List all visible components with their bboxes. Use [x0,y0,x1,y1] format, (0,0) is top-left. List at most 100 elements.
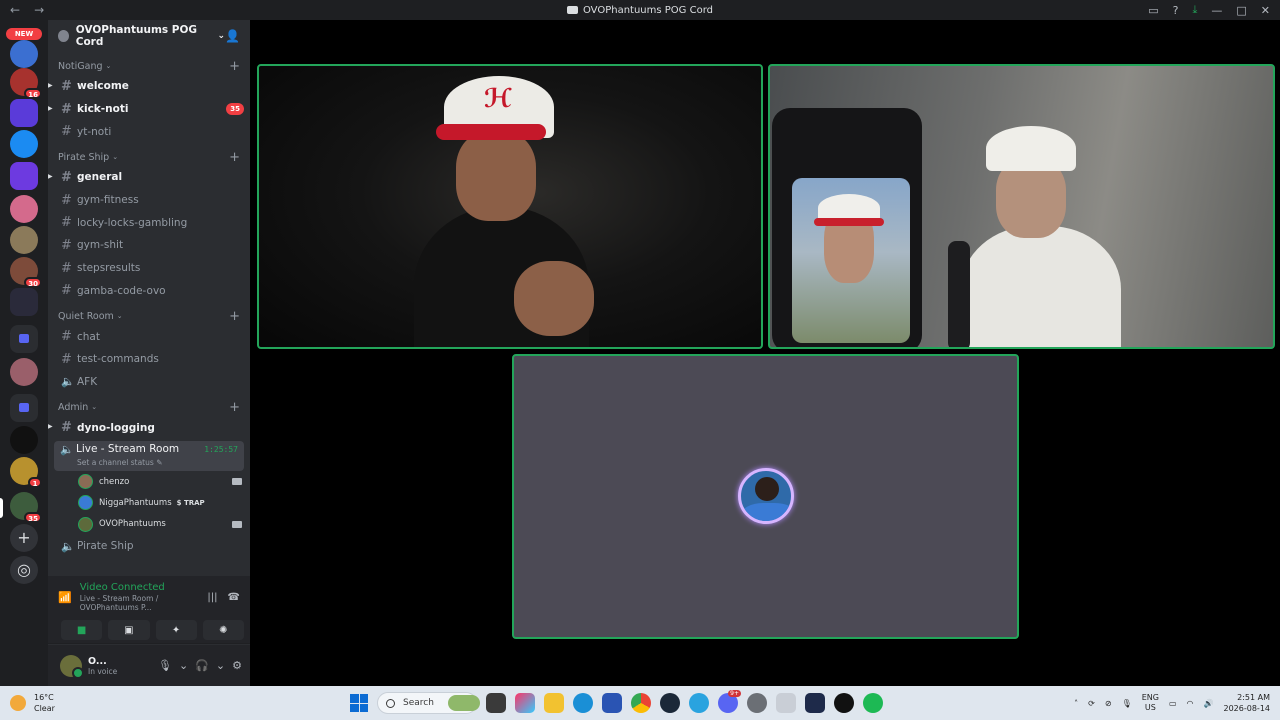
server-icon[interactable] [10,130,38,158]
channel-stepsresults[interactable]: # stepsresults [56,257,244,280]
microphone-icon[interactable]: 🎙 [1122,699,1132,708]
create-channel-icon[interactable]: + [229,400,240,415]
taskbar-search[interactable]: Search [377,692,480,714]
username[interactable]: O... [88,656,117,667]
invite-people-icon[interactable]: 👤 [225,29,240,43]
screen-share-button[interactable]: ▣ [108,620,150,640]
language-indicator[interactable]: ENG US [1142,693,1159,713]
server-icon-current[interactable]: 35 [10,492,42,523]
discord-icon[interactable]: 9+ [718,690,741,713]
server-header[interactable]: OVOPhantuums POG Cord ⌄ 👤 [48,20,250,52]
steam-icon[interactable] [660,693,680,713]
channel-status-prompt[interactable]: Set a channel status ✎ [77,458,238,467]
channel-afk[interactable]: 🔈 AFK [56,371,244,394]
channel-general[interactable]: #general [48,166,244,189]
chevron-down-icon[interactable]: ⌄ [179,659,188,672]
minimize-button[interactable]: — [1211,4,1222,17]
folder-icon[interactable] [10,325,38,353]
channel-gym-shit[interactable]: # gym-shit [56,234,244,257]
discover-icon[interactable]: ◎ [10,556,38,584]
forward-arrow-icon[interactable]: → [34,3,44,17]
volume-icon[interactable]: 🔊 [1204,699,1214,708]
chrome-icon[interactable] [631,693,651,713]
edge-icon[interactable] [573,693,593,713]
signal-icon[interactable]: 📶 [58,591,72,604]
channel-welcome[interactable]: #welcome [48,75,244,98]
snipping-tool-icon[interactable] [776,693,796,713]
back-arrow-icon[interactable]: ← [10,3,20,17]
channel-gym-fitness[interactable]: # gym-fitness [56,189,244,212]
sync-icon[interactable]: ⟳ [1088,699,1095,708]
channel-test-commands[interactable]: # test-commands [56,348,244,371]
server-icon[interactable]: 30 [10,257,42,288]
app-icon[interactable] [805,693,825,713]
settings-icon[interactable] [747,693,767,713]
chevron-up-icon[interactable]: ˄ [1074,699,1078,708]
create-channel-icon[interactable]: + [229,59,240,74]
server-rail: NEW 16 30 1 35 + ◎ [0,20,48,686]
copilot-icon[interactable] [515,693,535,713]
file-explorer-icon[interactable] [544,693,564,713]
activities-button[interactable]: ✦ [155,620,197,640]
telegram-icon[interactable] [689,693,709,713]
maximize-button[interactable]: □ [1236,4,1246,17]
video-tile[interactable] [768,64,1275,349]
connection-status[interactable]: Video Connected [80,582,208,593]
add-server-icon[interactable]: + [10,524,38,552]
category-quiet-room[interactable]: Quiet Room ⌄ + [48,307,250,325]
monitor-icon[interactable]: ▭ [1169,699,1177,708]
server-icon[interactable] [10,162,38,190]
category-notigang[interactable]: NotiGang ⌄ + [48,57,250,75]
wifi-icon[interactable]: ◠ [1187,699,1194,708]
headphones-icon[interactable]: 🎧 [195,659,209,672]
start-button[interactable] [350,694,368,712]
chevron-down-icon[interactable]: ⌄ [216,659,225,672]
help-icon[interactable]: ? [1173,4,1179,17]
task-view-icon[interactable] [486,693,506,713]
app-icon[interactable] [602,693,622,713]
channel-kick-noti[interactable]: #kick-noti35 [48,98,244,121]
channel-locky-locks-gambling[interactable]: # locky-locks-gambling [56,211,244,234]
video-tile-avatar[interactable] [512,354,1019,639]
connection-location[interactable]: Live - Stream Room / OVOPhantuums P... [80,594,208,612]
server-icon[interactable] [10,358,38,386]
active-voice-channel[interactable]: 🔈 Live - Stream Room 1:25:57 Set a chann… [54,440,244,471]
camera-toggle-button[interactable]: ■ [61,620,103,640]
avatar[interactable] [60,654,84,679]
disconnect-icon[interactable]: ☎ [228,592,240,603]
spotify-icon[interactable] [863,693,883,713]
microphone-icon[interactable]: 🎙 [158,659,172,672]
category-admin[interactable]: Admin ⌄ + [48,398,250,416]
weather-widget[interactable]: 16°C Clear [0,692,160,714]
hidden-icon[interactable]: ⊘ [1105,699,1112,708]
channel-yt-noti[interactable]: # yt-noti [56,120,244,143]
create-channel-icon[interactable]: + [229,309,240,324]
soundboard-button[interactable]: ✺ [202,620,244,640]
video-tile[interactable]: ℋ [257,64,763,349]
server-icon[interactable]: 1 [10,457,42,488]
server-icon[interactable] [10,226,38,254]
obs-icon[interactable] [834,693,854,713]
server-icon[interactable] [10,288,38,316]
noise-suppression-icon[interactable]: ||| [207,592,217,603]
channel-dyno-logging[interactable]: #dyno-logging [48,416,244,439]
create-channel-icon[interactable]: + [229,150,240,165]
server-icon[interactable] [10,426,38,454]
server-icon[interactable]: 16 [10,68,42,99]
server-icon[interactable] [10,99,38,127]
settings-gear-icon[interactable]: ⚙ [232,659,242,672]
download-icon[interactable]: ⤓ [1193,3,1198,17]
channel-chat[interactable]: # chat [56,325,244,348]
voice-user-chenzo[interactable]: chenzo [48,471,250,492]
category-pirate-ship[interactable]: Pirate Ship ⌄ + [48,148,250,166]
server-icon[interactable] [10,195,38,223]
inbox-icon[interactable]: ▭ [1148,4,1158,17]
voice-user-ovophantuums[interactable]: OVOPhantuums [48,514,250,535]
folder-icon[interactable] [10,394,38,422]
server-icon[interactable] [10,40,38,68]
channel-pirate-ship-voice[interactable]: 🔈 Pirate Ship [56,535,244,558]
close-button[interactable]: ✕ [1261,4,1270,17]
clock[interactable]: 2:51 AM 2026-08-14 [1224,692,1271,714]
channel-gamba-code-ovo[interactable]: # gamba-code-ovo [56,280,244,303]
voice-user-niggaphantuums[interactable]: NiggaPhantuums $ TRAP [48,492,250,513]
